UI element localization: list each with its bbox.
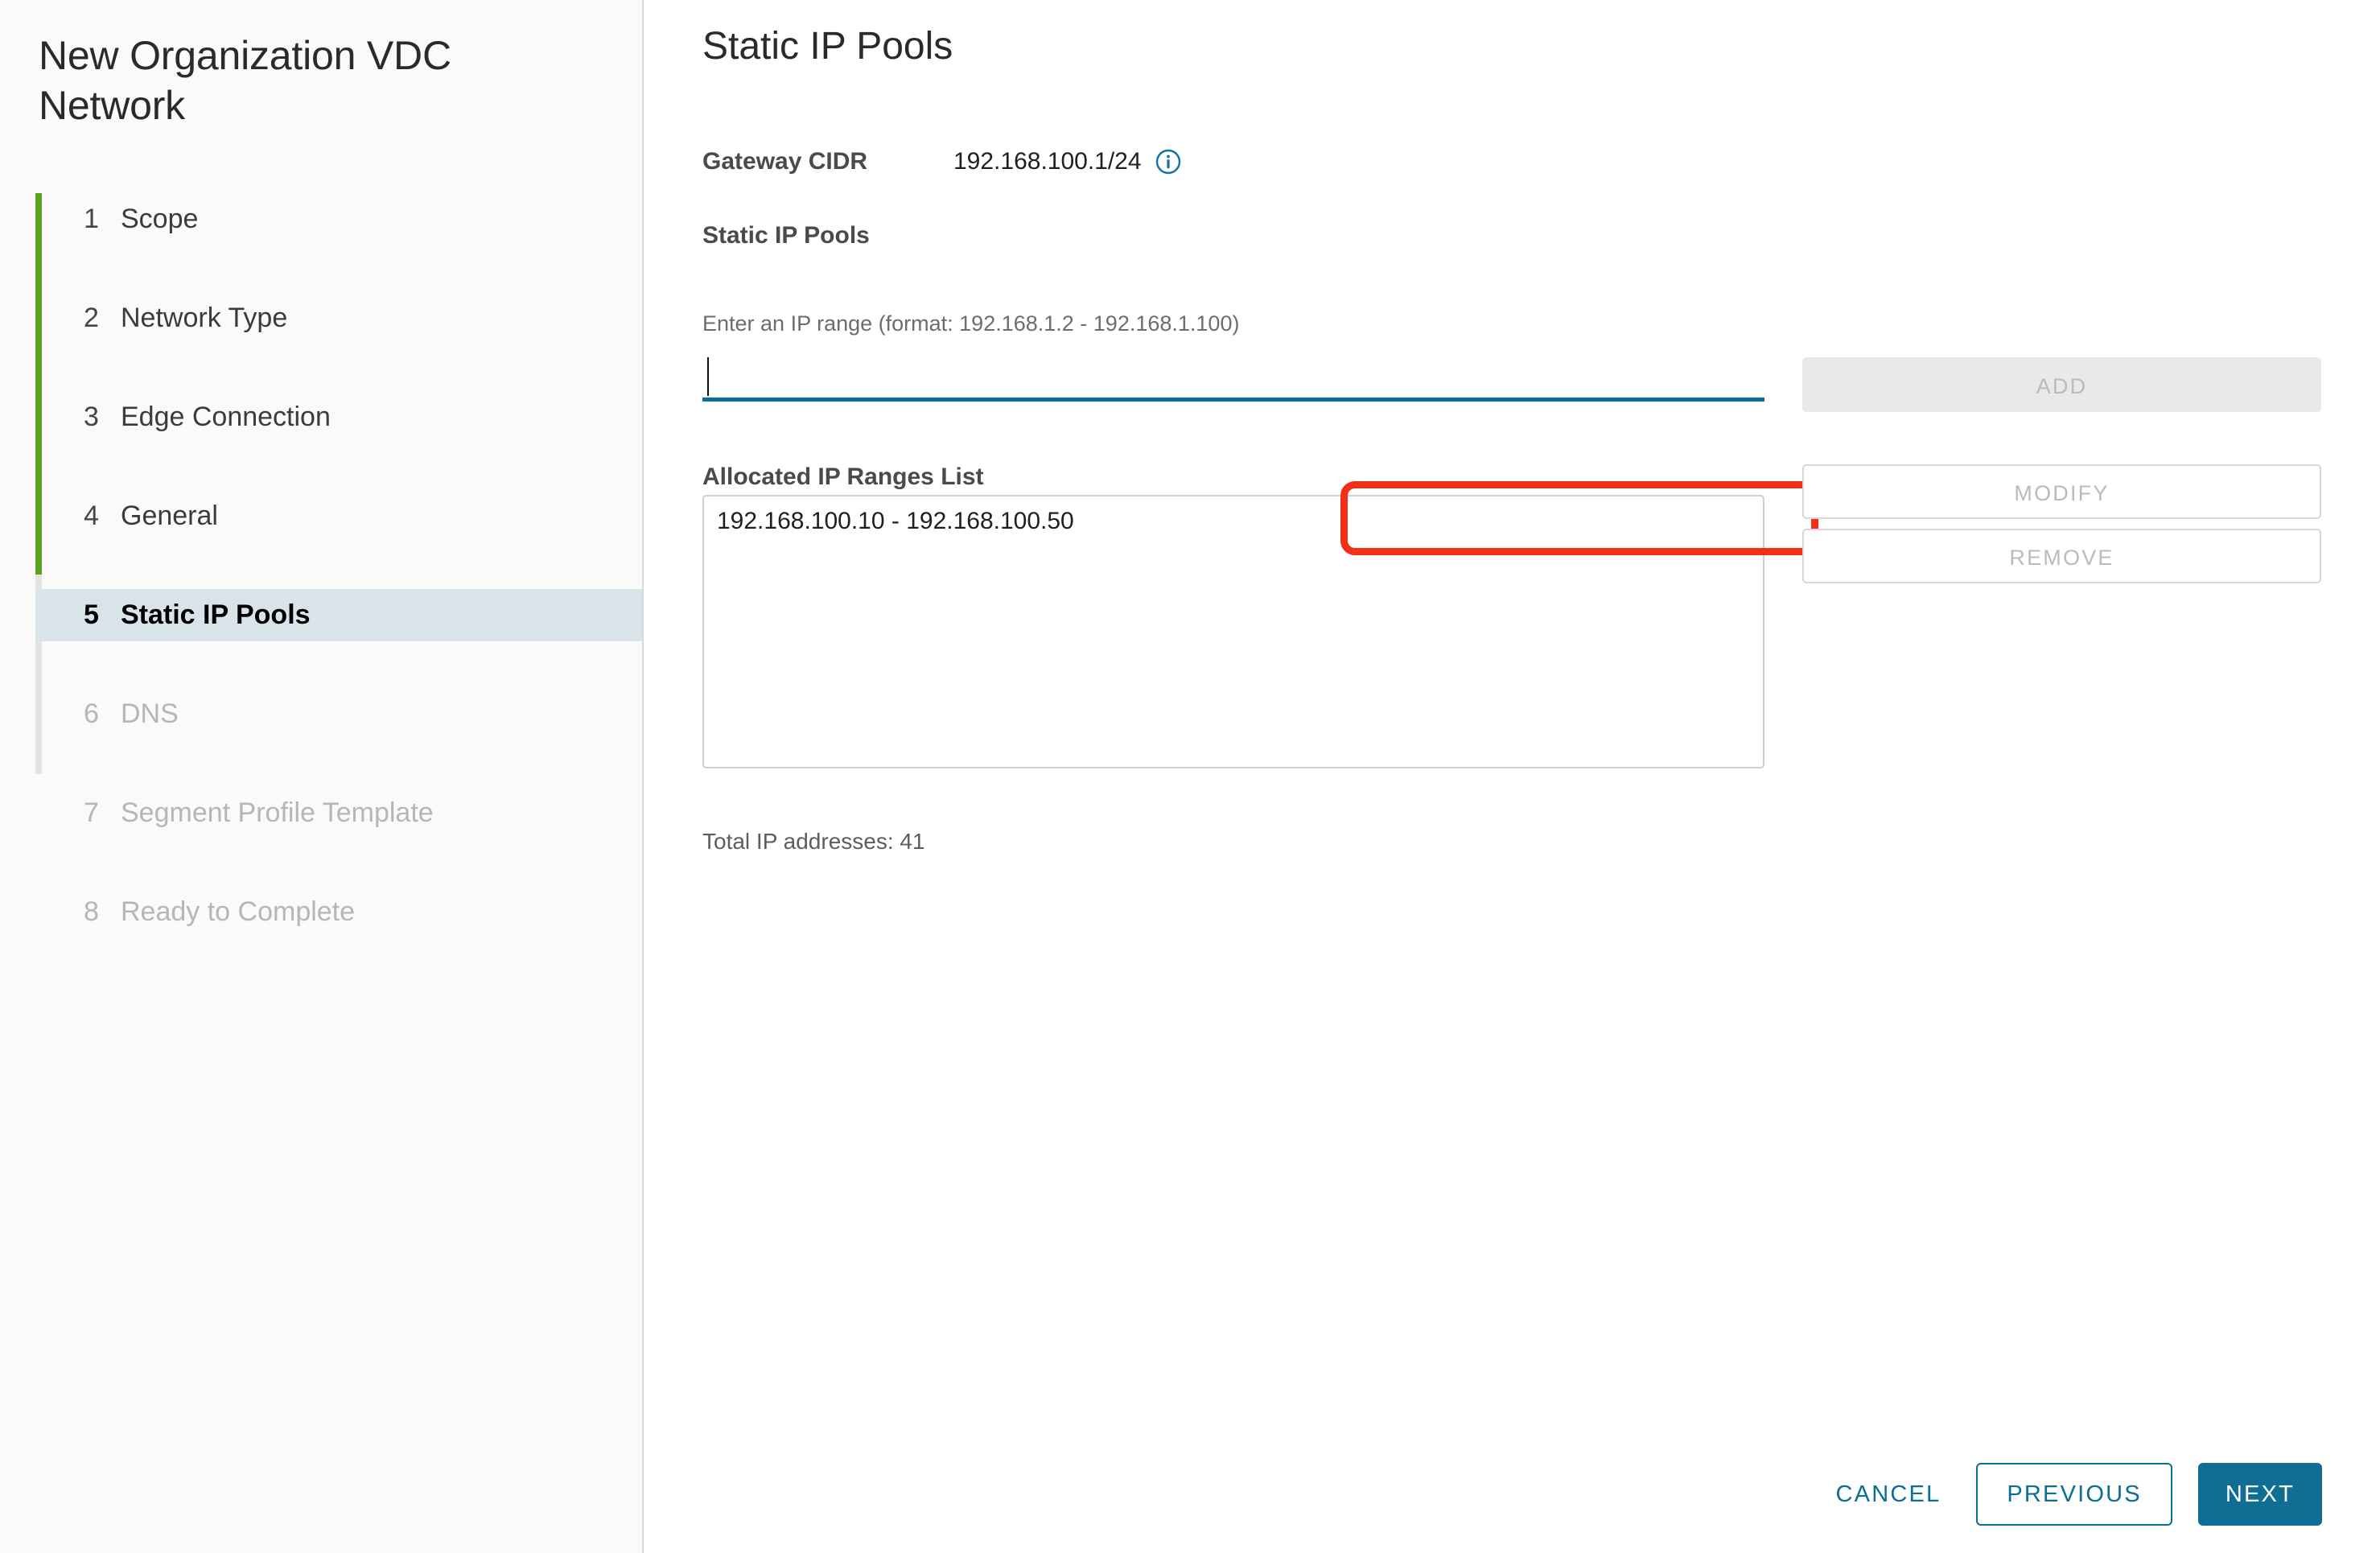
step-label: Ready to Complete [121, 896, 356, 927]
step-label: DNS [121, 698, 179, 729]
sidebar-step-edge-connection[interactable]: 3 Edge Connection [35, 391, 642, 443]
step-number: 4 [84, 501, 99, 531]
step-label: Static IP Pools [121, 599, 311, 630]
info-circle-icon[interactable] [1155, 148, 1182, 175]
step-number: 1 [84, 204, 99, 234]
previous-button[interactable]: PREVIOUS [1976, 1463, 2172, 1526]
sidebar-step-static-ip-pools[interactable]: 5 Static IP Pools [35, 589, 642, 641]
list-item[interactable]: 192.168.100.10 - 192.168.100.50 [704, 496, 1763, 546]
allocated-ip-ranges-list[interactable]: 192.168.100.10 - 192.168.100.50 [702, 495, 1764, 768]
sidebar-step-dns: 6 DNS [35, 688, 642, 740]
static-ip-pools-section-label: Static IP Pools [702, 222, 870, 249]
allocated-ip-ranges-label: Allocated IP Ranges List [702, 463, 984, 490]
step-number: 8 [84, 896, 99, 927]
sidebar-step-network-type[interactable]: 2 Network Type [35, 292, 642, 344]
sidebar-step-scope[interactable]: 1 Scope [35, 193, 642, 245]
cancel-button[interactable]: CANCEL [1836, 1463, 1977, 1526]
add-button[interactable]: ADD [1802, 357, 2321, 412]
wizard-progress-track [35, 193, 42, 774]
step-number: 2 [84, 303, 99, 333]
ip-range-input-wrapper[interactable] [702, 352, 1764, 402]
step-label: Edge Connection [121, 402, 331, 432]
wizard-dialog: New Organization VDC Network 1 Scope 2 N… [0, 0, 2380, 1553]
step-number: 7 [84, 797, 99, 828]
text-caret [707, 357, 709, 396]
next-button[interactable]: NEXT [2197, 1463, 2322, 1526]
step-label: General [121, 501, 218, 531]
wizard-footer-buttons: CANCEL PREVIOUS NEXT [1836, 1463, 2322, 1526]
page-title: Static IP Pools [702, 25, 953, 68]
modify-button[interactable]: MODIFY [1802, 464, 2321, 519]
wizard-step-list: 1 Scope 2 Network Type 3 Edge Connection… [35, 193, 644, 938]
remove-button[interactable]: REMOVE [1802, 529, 2321, 583]
step-number: 5 [84, 599, 99, 630]
sidebar-step-ready-to-complete: 8 Ready to Complete [35, 886, 642, 938]
ip-range-help-text: Enter an IP range (format: 192.168.1.2 -… [702, 311, 1240, 336]
sidebar-step-segment-profile-template: 7 Segment Profile Template [35, 787, 642, 839]
step-number: 6 [84, 698, 99, 729]
step-label: Network Type [121, 303, 288, 333]
step-label: Segment Profile Template [121, 797, 434, 828]
wizard-content-pane: Static IP Pools Gateway CIDR 192.168.100… [645, 0, 2380, 1553]
gateway-cidr-label: Gateway CIDR [702, 148, 868, 175]
gateway-cidr-value: 192.168.100.1/24 [953, 148, 1142, 175]
ip-range-input[interactable] [702, 352, 1764, 398]
ip-pool-actions: ADD MODIFY REMOVE [1802, 357, 2321, 583]
sidebar-step-general[interactable]: 4 General [35, 490, 642, 542]
wizard-title: New Organization VDC Network [39, 33, 451, 128]
step-label: Scope [121, 204, 199, 234]
total-ip-addresses-text: Total IP addresses: 41 [702, 829, 925, 854]
wizard-footer: CANCEL PREVIOUS NEXT [645, 1432, 2380, 1553]
step-number: 3 [84, 402, 99, 432]
gateway-cidr-row: Gateway CIDR 192.168.100.1/24 [702, 148, 1182, 175]
wizard-sidebar: New Organization VDC Network 1 Scope 2 N… [0, 0, 644, 1553]
